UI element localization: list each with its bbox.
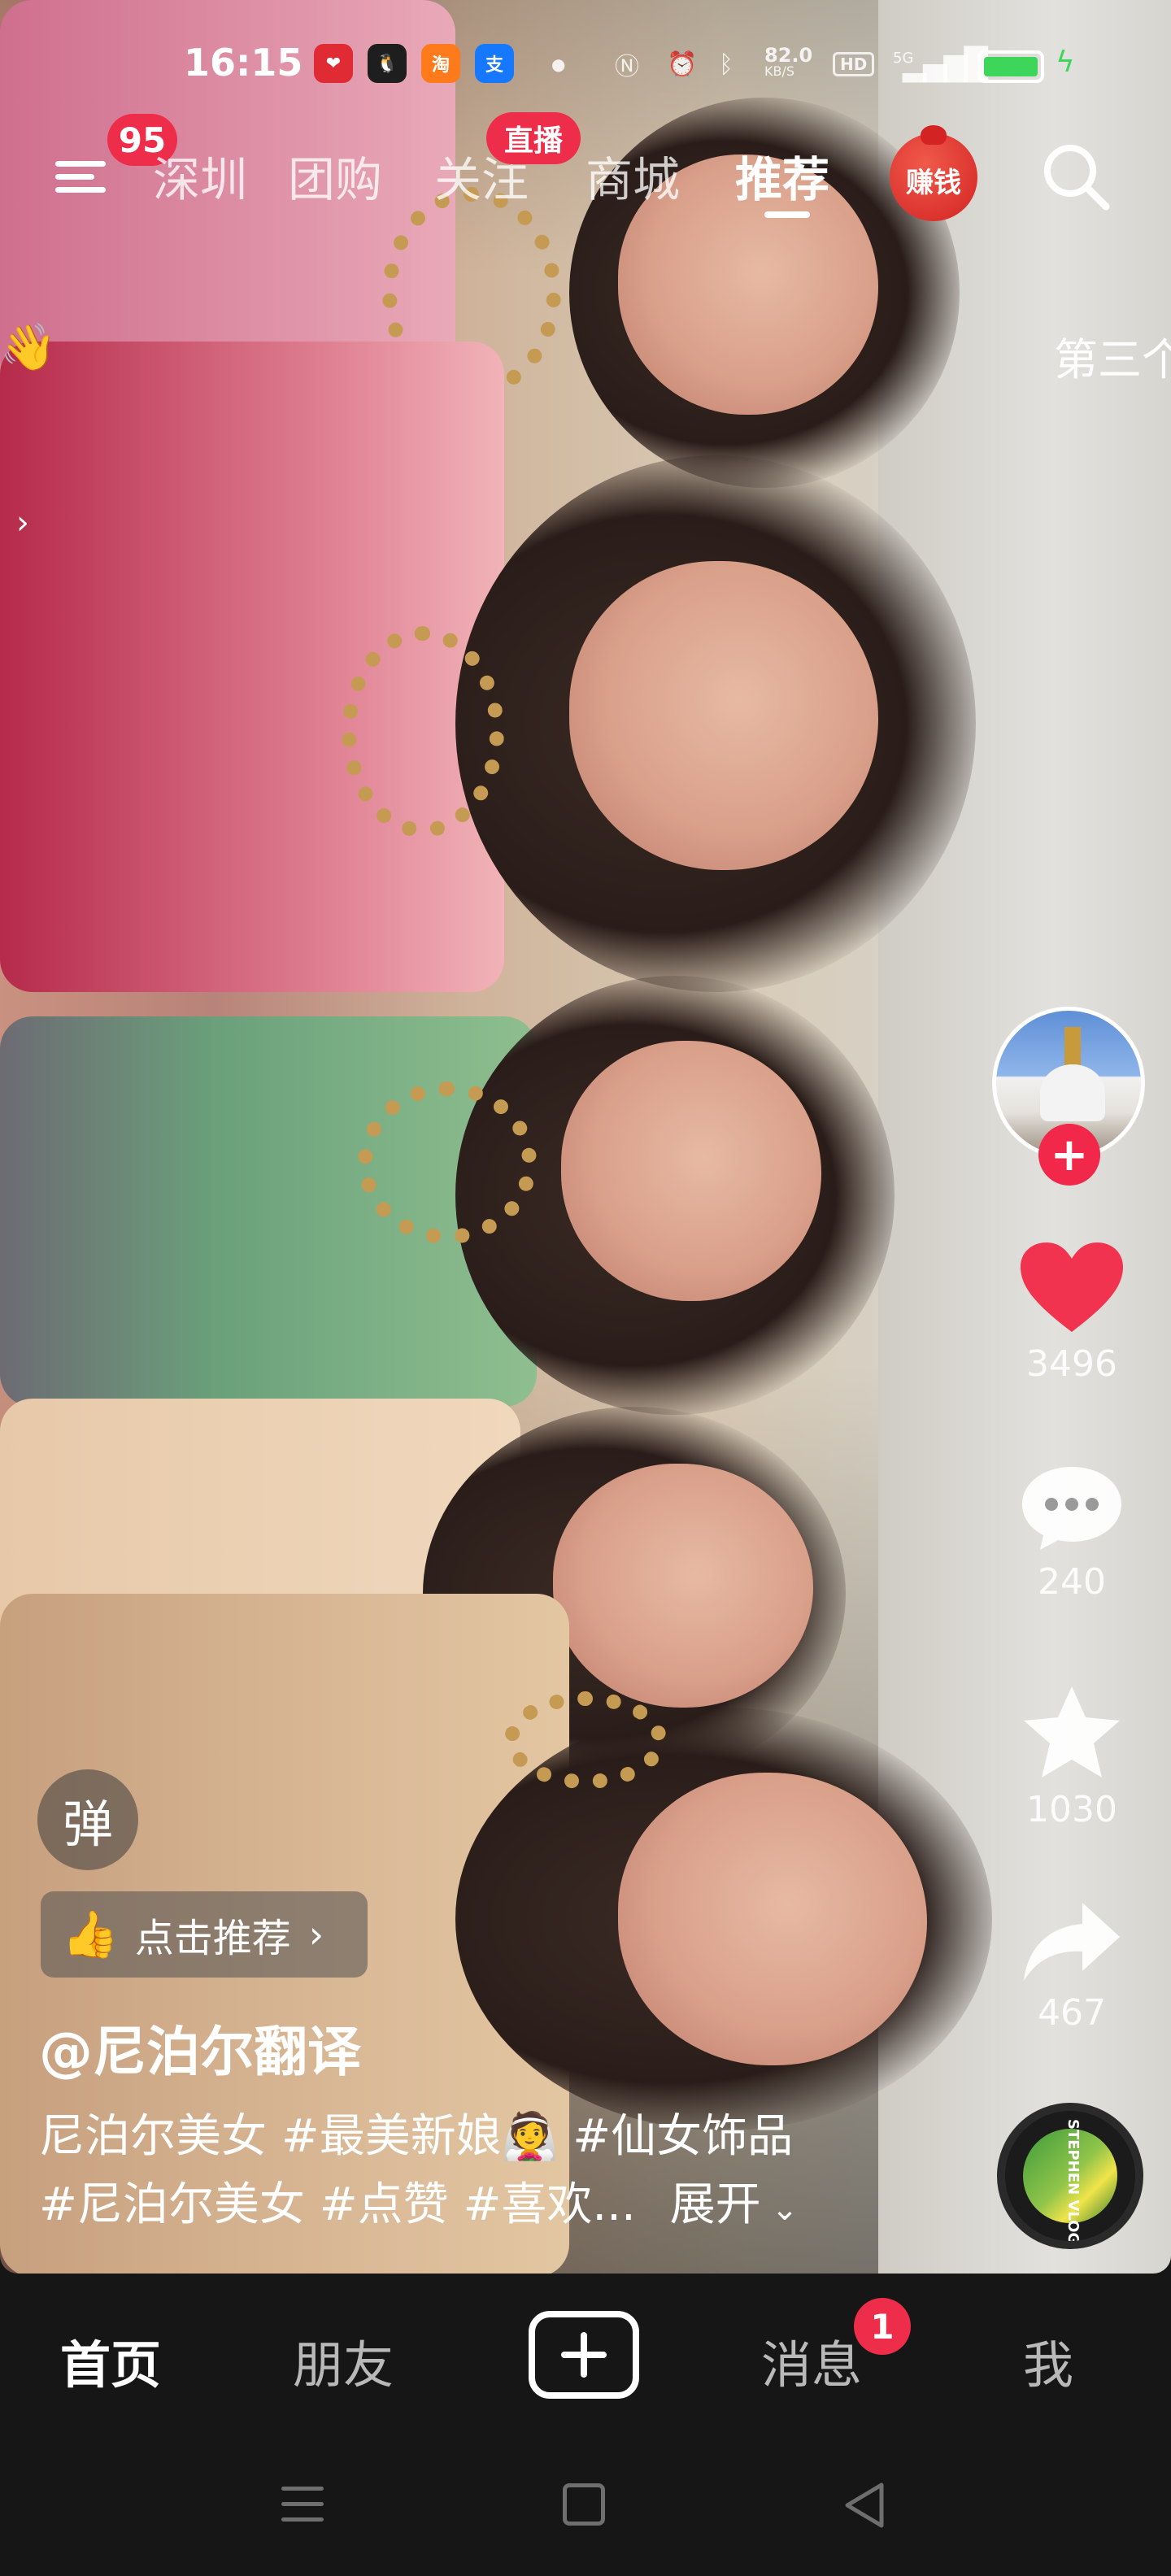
charging-icon: ϟ [1056, 46, 1075, 79]
follow-button[interactable]: + [1038, 1124, 1100, 1186]
tab-friends[interactable]: 朋友 [293, 2324, 394, 2397]
comment-button[interactable]: 240 [1005, 1464, 1138, 1603]
like-button[interactable]: 3496 [1005, 1241, 1138, 1385]
tab-messages[interactable]: 消息 [761, 2324, 862, 2397]
expand-button[interactable]: 展开 ⌄ [670, 2178, 799, 2231]
home-icon[interactable] [563, 2483, 605, 2526]
menu-button[interactable] [52, 145, 109, 202]
video-description-line-2[interactable]: #尼泊尔美女 #点赞 #喜欢... 展开 ⌄ [39, 2168, 799, 2234]
comment-icon [1022, 1467, 1121, 1550]
dot-icon: ● [551, 54, 566, 74]
recommend-button[interactable]: 👍 点击推荐 › [41, 1891, 368, 1978]
share-count: 467 [1038, 1992, 1106, 2034]
music-disc[interactable]: STEPHEN VLOG [997, 2103, 1143, 2249]
chevron-right-icon: › [308, 1912, 324, 1956]
signal-icon: ▂▄▆█ [903, 46, 988, 82]
taobao-app-icon: 淘 [421, 44, 460, 83]
chevron-down-icon: ⌄ [760, 2191, 799, 2228]
status-time: 16:15 [184, 41, 303, 85]
recommend-label: 点击推荐 [134, 1916, 291, 1961]
live-badge: 直播 [486, 112, 581, 164]
author-name[interactable]: @尼泊尔翻译 [39, 2008, 361, 2086]
top-navigation: 95 深圳 团购 关注 直播 商城 推荐 赚钱 [0, 112, 1171, 228]
heart-icon [1021, 1242, 1123, 1332]
search-icon[interactable] [1039, 140, 1112, 213]
tab-shenzhen[interactable]: 深圳 [153, 141, 247, 210]
system-navigation-bar [0, 2449, 1171, 2576]
nfc-icon: Ⓝ [615, 53, 639, 81]
qq-app-icon: 🐧 [368, 44, 407, 83]
share-arrow-icon [1024, 1903, 1120, 1981]
active-tab-indicator [764, 211, 810, 218]
danmaku-toggle-button[interactable]: 弹 [37, 1769, 138, 1870]
tab-me[interactable]: 我 [1023, 2324, 1073, 2397]
favorite-button[interactable]: 1030 [1005, 1683, 1138, 1830]
alipay-app-icon: 支 [475, 44, 514, 83]
thumbs-up-icon: 👍 [62, 1908, 119, 1961]
create-post-button[interactable] [529, 2311, 639, 2399]
tab-recommended[interactable]: 推荐 [735, 141, 829, 210]
status-bar: 16:15 ❤ 🐧 淘 支 ● Ⓝ ⏰ ᛒ 82.0 KB/S HD 5G ▂▄… [0, 33, 1171, 98]
earn-money-button[interactable]: 赚钱 [890, 125, 977, 221]
waving-hand-icon: 👋 [0, 321, 57, 374]
back-icon[interactable] [842, 2482, 886, 2529]
network-speed: 82.0 KB/S [764, 44, 813, 79]
video-description-line-1[interactable]: 尼泊尔美女 #最美新娘👰 #仙女饰品 [39, 2100, 793, 2165]
hd-icon: HD [833, 52, 875, 76]
tab-group-buy[interactable]: 团购 [288, 141, 382, 210]
chevron-right-icon[interactable]: › [16, 504, 29, 542]
bluetooth-icon: ᛒ [719, 50, 734, 79]
share-button[interactable]: 467 [1005, 1899, 1138, 2034]
star-icon [1024, 1686, 1120, 1778]
battery-icon [977, 50, 1044, 83]
tab-mall[interactable]: 商城 [586, 141, 680, 210]
alarm-icon: ⏰ [667, 50, 698, 79]
bottom-tab-bar: 首页 朋友 消息 1 我 [0, 2274, 1171, 2449]
video-overlay-text: 第三个 [1054, 334, 1171, 385]
recent-apps-icon[interactable] [281, 2485, 324, 2524]
plus-icon [561, 2332, 607, 2378]
messages-badge: 1 [854, 2298, 911, 2355]
favorite-count: 1030 [1026, 1789, 1117, 1830]
like-count: 3496 [1026, 1343, 1117, 1385]
comment-count: 240 [1038, 1561, 1106, 1603]
tab-home[interactable]: 首页 [60, 2324, 161, 2397]
xiaohongshu-app-icon: ❤ [314, 44, 353, 83]
